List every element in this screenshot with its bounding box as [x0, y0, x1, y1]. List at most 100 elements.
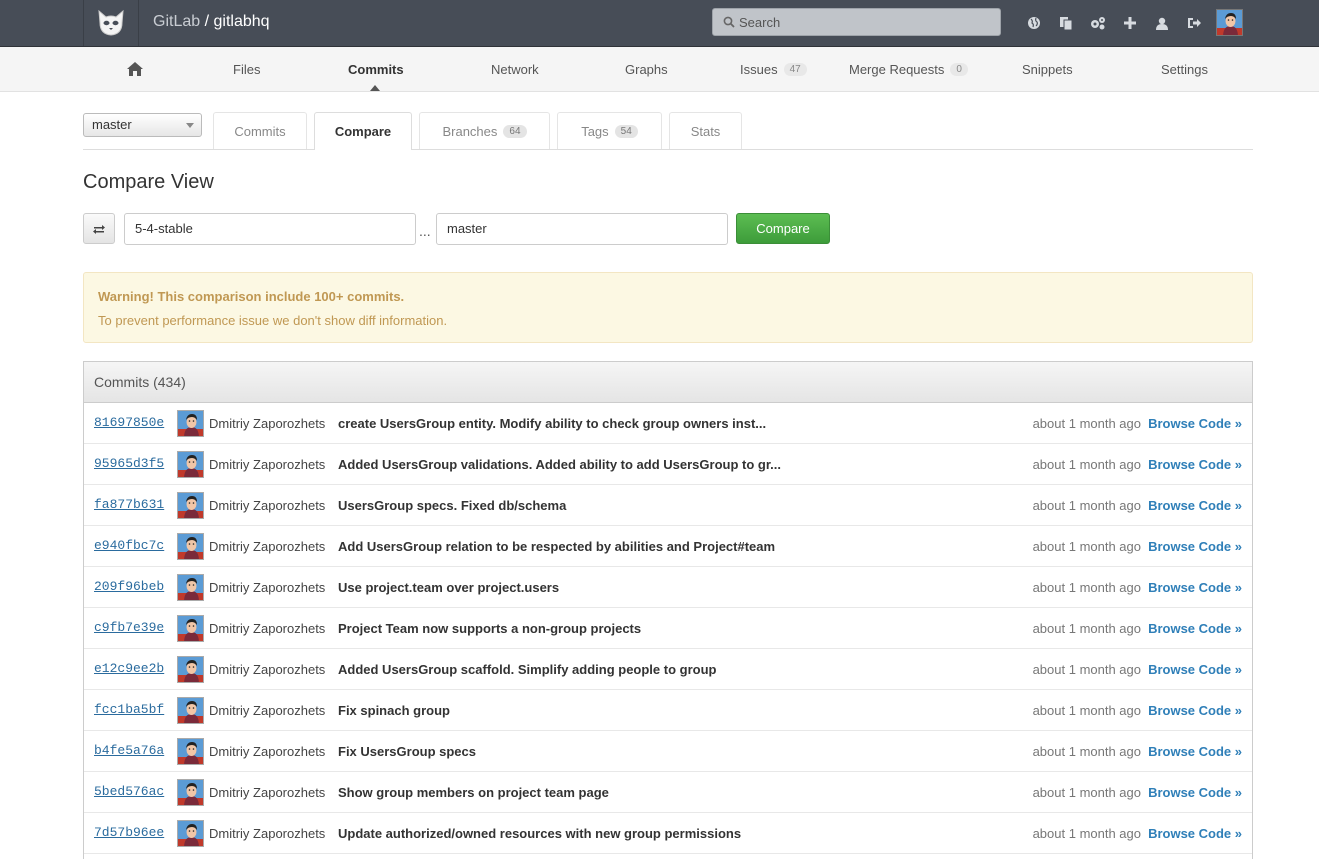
commit-author[interactable]: Dmitriy Zaporozhets [209, 744, 325, 759]
commit-sha-link[interactable]: e12c9ee2b [94, 661, 164, 676]
commit-author[interactable]: Dmitriy Zaporozhets [209, 826, 325, 841]
nav-commits[interactable]: Commits [348, 62, 404, 77]
compare-button[interactable]: Compare [736, 213, 830, 244]
browse-code-link[interactable]: Browse Code » [1148, 457, 1242, 472]
commit-message[interactable]: Show group members on project team page [338, 785, 609, 800]
author-avatar [177, 451, 204, 478]
commit-time: about 1 month ago [1032, 826, 1141, 841]
nav-settings[interactable]: Settings [1161, 62, 1208, 77]
search-input[interactable]: Search [712, 8, 1001, 36]
author-avatar [177, 492, 204, 519]
project-link[interactable]: gitlabhq [213, 13, 269, 30]
commit-message[interactable]: Fix spinach group [338, 703, 450, 718]
commit-author[interactable]: Dmitriy Zaporozhets [209, 457, 325, 472]
commit-sha-link[interactable]: e940fbc7c [94, 538, 164, 553]
browse-code-link[interactable]: Browse Code » [1148, 662, 1242, 677]
commit-time: about 1 month ago [1032, 416, 1141, 431]
swap-refs-button[interactable] [83, 213, 115, 244]
branches-count-badge: 64 [503, 124, 527, 138]
author-avatar [177, 697, 204, 724]
nav-snippets[interactable]: Snippets [1022, 62, 1073, 77]
commit-author[interactable]: Dmitriy Zaporozhets [209, 539, 325, 554]
commit-time: about 1 month ago [1032, 785, 1141, 800]
branch-select[interactable]: master [83, 113, 202, 137]
commit-message[interactable]: UsersGroup specs. Fixed db/schema [338, 498, 566, 513]
commit-author[interactable]: Dmitriy Zaporozhets [209, 703, 325, 718]
commit-sha-link[interactable]: fa877b631 [94, 497, 164, 512]
author-avatar [177, 779, 204, 806]
commit-row: fa877b631 Dmitriy Zaporozhets UsersGroup… [84, 485, 1252, 526]
commits-panel: Commits (434) 81697850e Dmitriy Zaporozh… [83, 361, 1253, 859]
commit-sha-link[interactable]: 95965d3f5 [94, 456, 164, 471]
tab-tags[interactable]: Tags 54 [557, 112, 662, 149]
range-separator: ... [419, 223, 431, 239]
admin-icon[interactable] [1082, 13, 1114, 33]
commit-message[interactable]: Project Team now supports a non-group pr… [338, 621, 641, 636]
browse-code-link[interactable]: Browse Code » [1148, 703, 1242, 718]
commit-time: about 1 month ago [1032, 457, 1141, 472]
commit-author[interactable]: Dmitriy Zaporozhets [209, 580, 325, 595]
namespace-link[interactable]: GitLab [153, 13, 200, 30]
warning-alert: Warning! This comparison include 100+ co… [83, 272, 1253, 343]
commit-time: about 1 month ago [1032, 662, 1141, 677]
project-title[interactable]: GitLab / gitlabhq [153, 13, 270, 31]
commit-message[interactable]: Add UsersGroup relation to be respected … [338, 539, 775, 554]
commit-sha-link[interactable]: 5bed576ac [94, 784, 164, 799]
nav-files[interactable]: Files [233, 62, 260, 77]
commit-author[interactable]: Dmitriy Zaporozhets [209, 498, 325, 513]
user-avatar[interactable] [1216, 9, 1243, 36]
plus-icon[interactable] [1114, 13, 1146, 33]
nav-home[interactable] [126, 61, 144, 77]
author-avatar [177, 410, 204, 437]
title-separator: / [200, 13, 214, 30]
commit-sha-link[interactable]: b4fe5a76a [94, 743, 164, 758]
commit-message[interactable]: Fix UsersGroup specs [338, 744, 476, 759]
browse-code-link[interactable]: Browse Code » [1148, 826, 1242, 841]
commit-sha-link[interactable]: 209f96beb [94, 579, 164, 594]
branch-select-value: master [92, 117, 132, 132]
browse-code-link[interactable]: Browse Code » [1148, 785, 1242, 800]
compare-from-input[interactable]: 5-4-stable [124, 213, 416, 245]
nav-merge-requests[interactable]: Merge Requests 0 [849, 62, 968, 77]
commit-sha-link[interactable]: 81697850e [94, 415, 164, 430]
nav-graphs[interactable]: Graphs [625, 62, 668, 77]
tab-commits[interactable]: Commits [213, 112, 307, 149]
tab-branches[interactable]: Branches 64 [419, 112, 550, 149]
browse-code-link[interactable]: Browse Code » [1148, 539, 1242, 554]
commit-message[interactable]: create UsersGroup entity. Modify ability… [338, 416, 766, 431]
commit-message[interactable]: Update authorized/owned resources with n… [338, 826, 741, 841]
tab-stats[interactable]: Stats [669, 112, 742, 149]
commit-author[interactable]: Dmitriy Zaporozhets [209, 621, 325, 636]
commit-sha-link[interactable]: 7d57b96ee [94, 825, 164, 840]
commit-author[interactable]: Dmitriy Zaporozhets [209, 416, 325, 431]
commit-author[interactable]: Dmitriy Zaporozhets [209, 785, 325, 800]
nav-issues[interactable]: Issues 47 [740, 62, 807, 77]
commit-time: about 1 month ago [1032, 744, 1141, 759]
compare-to-input[interactable]: master [436, 213, 728, 245]
browse-code-link[interactable]: Browse Code » [1148, 621, 1242, 636]
top-header: GitLab / gitlabhq Search [0, 0, 1319, 47]
tags-count-badge: 54 [614, 124, 638, 138]
warning-title: Warning! This comparison include 100+ co… [98, 289, 405, 304]
browse-code-link[interactable]: Browse Code » [1148, 744, 1242, 759]
author-avatar [177, 738, 204, 765]
copy-icon[interactable] [1050, 13, 1082, 33]
browse-code-link[interactable]: Browse Code » [1148, 580, 1242, 595]
browse-code-link[interactable]: Browse Code » [1148, 498, 1242, 513]
merge-requests-count-badge: 0 [950, 63, 968, 76]
project-nav: Files Commits Network Graphs Issues 47 M… [0, 47, 1319, 92]
browse-code-link[interactable]: Browse Code » [1148, 416, 1242, 431]
logout-icon[interactable] [1178, 13, 1210, 33]
nav-network[interactable]: Network [491, 62, 539, 77]
commit-sha-link[interactable]: fcc1ba5bf [94, 702, 164, 717]
commit-sha-link[interactable]: c9fb7e39e [94, 620, 164, 635]
commit-message[interactable]: Added UsersGroup scaffold. Simplify addi… [338, 662, 716, 677]
tab-branches-label: Branches [442, 123, 498, 139]
user-icon[interactable] [1146, 13, 1178, 33]
commit-author[interactable]: Dmitriy Zaporozhets [209, 662, 325, 677]
commit-message[interactable]: Use project.team over project.users [338, 580, 559, 595]
commit-message[interactable]: Added UsersGroup validations. Added abil… [338, 457, 781, 472]
gitlab-logo[interactable] [83, 0, 139, 46]
globe-icon[interactable] [1018, 13, 1050, 33]
tab-compare[interactable]: Compare [314, 112, 412, 150]
